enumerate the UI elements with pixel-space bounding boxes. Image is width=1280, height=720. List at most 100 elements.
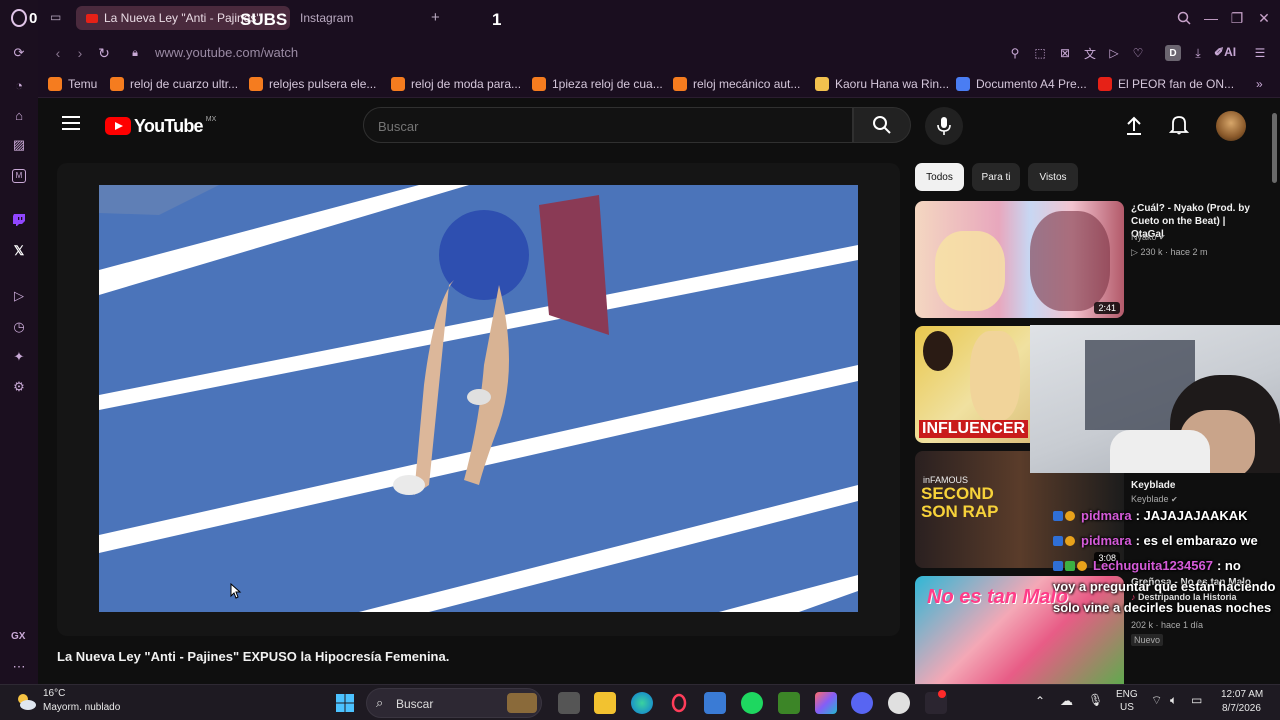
- voice-search-button[interactable]: [925, 107, 963, 145]
- scrollbar-thumb[interactable]: [1272, 113, 1277, 183]
- copilot-icon[interactable]: [815, 692, 837, 714]
- play-icon[interactable]: ▷: [1106, 45, 1122, 61]
- workspaces-icon[interactable]: ▭: [50, 10, 64, 24]
- opera-logo-icon[interactable]: [8, 9, 30, 27]
- more-bookmarks-icon[interactable]: »: [1256, 75, 1263, 93]
- clock-icon[interactable]: ◷: [10, 318, 28, 336]
- bookmark-item[interactable]: Documento A4 Pre...: [956, 75, 1087, 93]
- history-icon[interactable]: ◔: [10, 76, 28, 94]
- video-title[interactable]: Keyblade: [1131, 479, 1261, 492]
- more-icon[interactable]: ⋯: [10, 658, 28, 676]
- clock-time[interactable]: 12:07 AM: [1221, 689, 1263, 700]
- chip-vistos[interactable]: Vistos: [1028, 163, 1078, 191]
- profile-avatar[interactable]: D: [1165, 45, 1181, 61]
- notifications-bell-icon[interactable]: [1168, 114, 1190, 136]
- opera-gx-icon[interactable]: [668, 692, 690, 714]
- channel-name[interactable]: Nyako ✔: [1131, 232, 1166, 242]
- input-language[interactable]: ENG: [1116, 689, 1138, 700]
- upload-icon[interactable]: [1124, 114, 1144, 136]
- messenger-icon[interactable]: M: [10, 167, 28, 185]
- aria-icon[interactable]: ⌂: [10, 106, 28, 124]
- bookmark-item[interactable]: reloj de moda para...: [391, 75, 521, 93]
- snapshot-icon[interactable]: ⬚: [1032, 45, 1048, 61]
- spotify-icon[interactable]: [741, 692, 763, 714]
- bookmark-item[interactable]: reloj mecánico aut...: [673, 75, 800, 93]
- sync-icon[interactable]: ⟳: [10, 44, 28, 62]
- menu-icon[interactable]: ☰: [1252, 45, 1268, 61]
- new-tab-button[interactable]: +: [431, 9, 440, 26]
- temu-favicon-icon: [391, 77, 405, 91]
- steam-icon[interactable]: [888, 692, 910, 714]
- hamburger-menu-icon[interactable]: [62, 116, 80, 132]
- ai-label: AI: [1224, 45, 1237, 59]
- onedrive-cloud-icon[interactable]: ☁: [1060, 693, 1073, 709]
- taskbar-search[interactable]: ⌕ Buscar: [366, 688, 542, 718]
- heart-icon[interactable]: ♡: [1130, 45, 1146, 61]
- file-explorer-icon[interactable]: [594, 692, 616, 714]
- pinboard-icon[interactable]: ▨: [10, 136, 28, 154]
- forward-icon[interactable]: ›: [72, 45, 88, 61]
- avatar[interactable]: [1216, 111, 1246, 141]
- weather-cloud-icon[interactable]: [14, 690, 38, 714]
- new-badge: Nuevo: [1131, 634, 1164, 646]
- clock-date[interactable]: 8/7/2026: [1222, 703, 1261, 714]
- bookmark-label: El PEOR fan de ON...: [1118, 77, 1235, 91]
- bookmark-item[interactable]: relojes pulsera ele...: [249, 75, 376, 93]
- temu-favicon-icon: [532, 77, 546, 91]
- extensions-icon[interactable]: ✦: [10, 348, 28, 366]
- weather-temp[interactable]: 16°C: [43, 688, 65, 699]
- twitch-icon[interactable]: [10, 211, 28, 229]
- pin-icon[interactable]: ⚲: [1007, 45, 1023, 61]
- minimize-icon[interactable]: —: [1203, 10, 1219, 26]
- edge-icon[interactable]: [631, 692, 653, 714]
- back-icon[interactable]: ‹: [50, 45, 66, 61]
- bookmark-item[interactable]: Temu: [48, 75, 97, 93]
- settings-icon[interactable]: ⚙: [10, 378, 28, 396]
- microphone-tray-icon[interactable]: 🎙︎: [1088, 693, 1103, 707]
- microphone-icon: [937, 117, 951, 135]
- bookmark-item[interactable]: reloj de cuarzo ultr...: [110, 75, 238, 93]
- close-icon[interactable]: ✕: [1256, 10, 1272, 26]
- volume-icon[interactable]: 🔈︎: [1170, 693, 1177, 708]
- bookmark-item[interactable]: 1pieza reloj de cua...: [532, 75, 663, 93]
- obs-icon[interactable]: [925, 690, 947, 714]
- microsoft-store-icon[interactable]: [704, 692, 726, 714]
- ai-button[interactable]: ✐AI: [1214, 45, 1236, 59]
- show-hidden-icons[interactable]: ⌃: [1035, 694, 1045, 708]
- chip-todos[interactable]: Todos: [915, 163, 964, 191]
- chip-para-ti[interactable]: Para ti: [972, 163, 1020, 191]
- search-button[interactable]: [853, 107, 911, 143]
- url-field[interactable]: www.youtube.com/watch: [155, 45, 298, 60]
- adblock-icon[interactable]: ⊠: [1057, 45, 1073, 61]
- minecraft-icon[interactable]: [778, 692, 800, 714]
- windows-start-icon[interactable]: [334, 692, 356, 714]
- restore-icon[interactable]: ❐: [1229, 10, 1245, 26]
- player-icon[interactable]: ▷: [10, 287, 28, 305]
- youtube-logo[interactable]: YouTube MX: [105, 116, 216, 136]
- wifi-icon[interactable]: ⌔: [1151, 693, 1162, 708]
- translate-icon[interactable]: 文: [1082, 45, 1098, 61]
- video-player[interactable]: [99, 185, 858, 612]
- input-region[interactable]: US: [1120, 702, 1134, 713]
- battery-icon[interactable]: ▭: [1191, 693, 1202, 707]
- search-tabs-icon[interactable]: [1176, 10, 1192, 26]
- bookmark-label: 1pieza reloj de cua...: [552, 77, 663, 91]
- tab-instagram[interactable]: Instagram: [290, 6, 420, 30]
- bookmark-item[interactable]: Kaoru Hana wa Rin...: [815, 75, 949, 93]
- badge-icon: [1065, 535, 1075, 546]
- search-icon: [873, 116, 891, 134]
- x-twitter-icon[interactable]: 𝕏: [10, 242, 28, 260]
- task-view-icon[interactable]: [558, 692, 580, 714]
- discord-icon[interactable]: [851, 692, 873, 714]
- search-input[interactable]: [378, 116, 828, 136]
- windows-taskbar: 16°C Mayorm. nublado ⌕ Buscar ⌃ ☁ 🎙︎ ENG…: [0, 684, 1280, 720]
- weather-desc[interactable]: Mayorm. nublado: [43, 702, 120, 713]
- recommendation-item[interactable]: 2:41 ¿Cuál? - Nyako (Prod. by Cueto on t…: [915, 201, 1270, 318]
- video-thumbnail[interactable]: 2:41: [915, 201, 1124, 318]
- video-title: La Nueva Ley "Anti - Pajines" EXPUSO la …: [57, 649, 450, 664]
- bookmark-item[interactable]: El PEOR fan de ON...: [1098, 75, 1234, 93]
- gx-label[interactable]: GX: [11, 631, 25, 642]
- region-code: MX: [205, 115, 217, 123]
- download-icon[interactable]: ⤓: [1190, 45, 1206, 61]
- reload-icon[interactable]: ↻: [96, 45, 112, 61]
